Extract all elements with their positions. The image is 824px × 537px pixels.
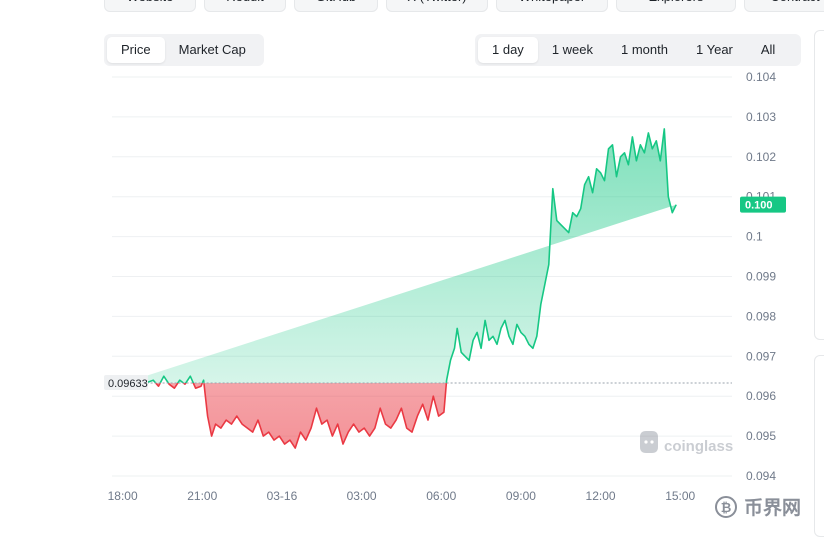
coinglass-logo-icon — [640, 431, 658, 453]
x-tick-label: 15:00 — [665, 489, 695, 503]
svg-text:₿: ₿ — [721, 501, 732, 516]
grid-lines — [112, 76, 732, 477]
watermark: coinglass — [640, 431, 733, 455]
y-tick-label: 0.102 — [746, 150, 776, 164]
last-price-label: 0.100 — [745, 200, 773, 212]
y-tick-label: 0.099 — [746, 270, 776, 284]
bitcoin-icon: ₿ — [715, 496, 737, 518]
x-tick-label: 18:00 — [108, 489, 138, 503]
price-chart: 0.0940.0950.0960.0970.0980.0990.10.1010.… — [104, 70, 786, 503]
baseline-label: 0.09633 — [108, 378, 148, 390]
x-tick-label: 12:00 — [586, 489, 616, 503]
site-logo: ₿ 币界网 — [714, 487, 822, 527]
site-logo-text: 币界网 — [744, 497, 801, 519]
y-axis: 0.0940.0950.0960.0970.0980.0990.10.1010.… — [746, 70, 776, 483]
x-axis: 18:00 21:00 03-16 03:00 06:00 09:00 12:00 15:00 — [108, 489, 696, 503]
y-tick-label: 0.104 — [746, 70, 776, 84]
y-tick-label: 0.098 — [746, 309, 776, 323]
y-tick-label: 0.094 — [746, 469, 776, 483]
y-tick-label: 0.096 — [746, 389, 776, 403]
x-tick-label: 09:00 — [506, 489, 536, 503]
x-tick-label: 21:00 — [187, 489, 217, 503]
x-tick-label: 03-16 — [267, 489, 298, 503]
x-tick-label: 06:00 — [426, 489, 456, 503]
x-tick-label: 03:00 — [347, 489, 377, 503]
y-tick-label: 0.103 — [746, 110, 776, 124]
baseline-badge: 0.09633 — [104, 375, 148, 391]
y-tick-label: 0.1 — [746, 230, 763, 244]
y-tick-label: 0.095 — [746, 429, 776, 443]
watermark-text: coinglass — [664, 438, 733, 455]
last-price-badge: 0.100 — [740, 196, 786, 213]
area-below-baseline — [128, 383, 447, 449]
y-tick-label: 0.097 — [746, 349, 776, 363]
